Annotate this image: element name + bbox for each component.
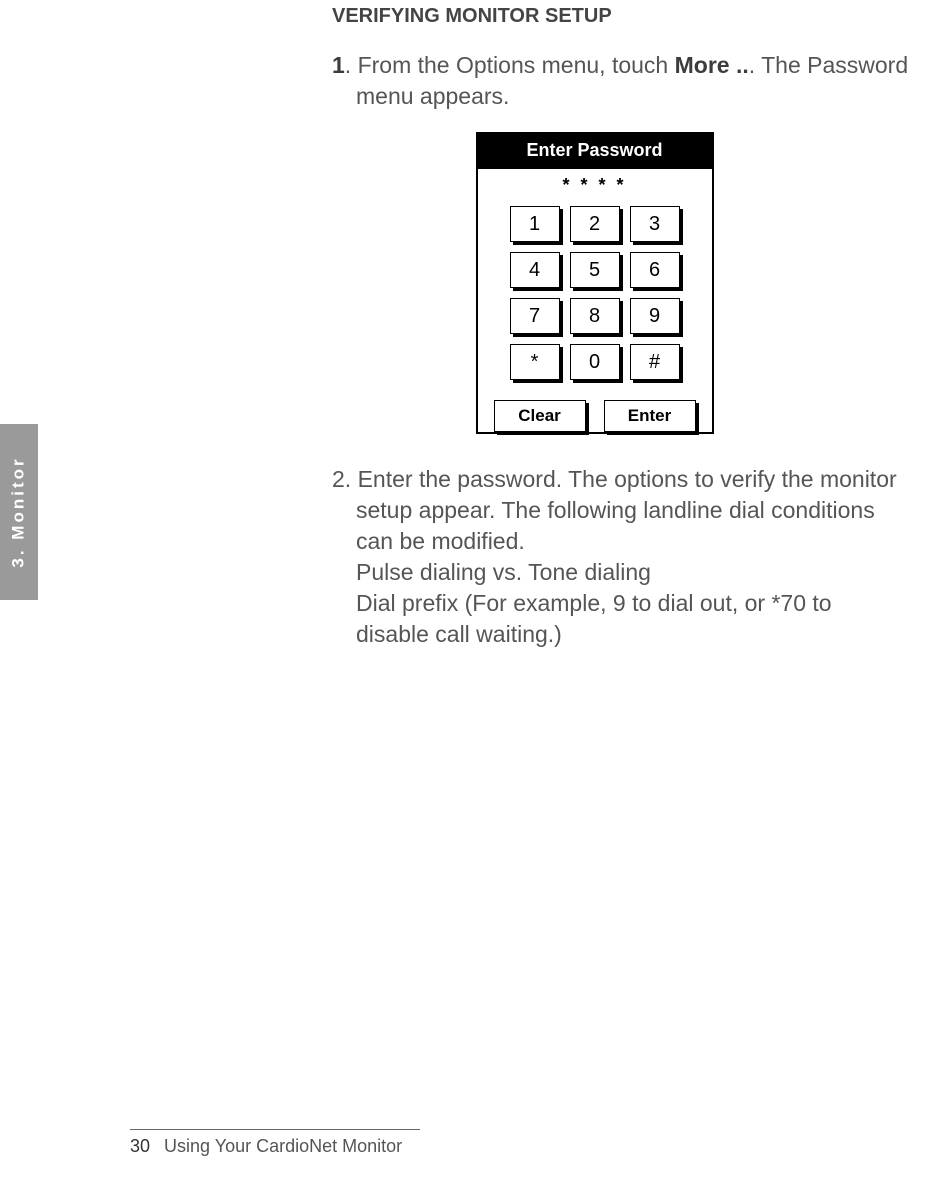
keypad-key-5[interactable]: 5: [570, 252, 620, 288]
keypad-figure: Enter Password * * * * 1 2 3 4 5 6 7 8 9…: [242, 132, 947, 434]
step-2-sub2b: disable call waiting.): [332, 619, 947, 650]
keypad-key-9-label: 9: [630, 298, 680, 334]
step-1-number: 1: [332, 52, 345, 78]
keypad-title: Enter Password: [478, 134, 712, 169]
footer-title: Using Your CardioNet Monitor: [164, 1136, 402, 1156]
keypad-enter-label: Enter: [604, 400, 696, 432]
keypad-display: * * * *: [478, 169, 712, 206]
chapter-side-tab: 3. Monitor: [0, 424, 38, 600]
step-2: 2. Enter the password. The options to ve…: [332, 464, 947, 650]
keypad-key-hash[interactable]: #: [630, 344, 680, 380]
keypad-key-hash-label: #: [630, 344, 680, 380]
keypad-key-0[interactable]: 0: [570, 344, 620, 380]
step-1-text-a: . From the Options menu, touch: [345, 52, 675, 78]
keypad-key-1[interactable]: 1: [510, 206, 560, 242]
keypad-key-3-label: 3: [630, 206, 680, 242]
keypad-key-star-label: *: [510, 344, 560, 380]
keypad-key-4-label: 4: [510, 252, 560, 288]
step-2-number: 2.: [332, 466, 351, 492]
keypad-key-5-label: 5: [570, 252, 620, 288]
page-number: 30: [130, 1136, 150, 1156]
step-2-sub2a: Dial prefix (For example, 9 to dial out,…: [332, 588, 947, 619]
keypad-key-star[interactable]: *: [510, 344, 560, 380]
keypad-key-4[interactable]: 4: [510, 252, 560, 288]
keypad-key-9[interactable]: 9: [630, 298, 680, 334]
keypad-key-8-label: 8: [570, 298, 620, 334]
step-1-line2: menu appears.: [332, 81, 947, 112]
keypad-key-7[interactable]: 7: [510, 298, 560, 334]
keypad-key-0-label: 0: [570, 344, 620, 380]
step-1: 1. From the Options menu, touch More ...…: [332, 50, 947, 112]
keypad-key-7-label: 7: [510, 298, 560, 334]
step-2-sub1: Pulse dialing vs. Tone dialing: [332, 557, 947, 588]
step-2-line1: Enter the password. The options to verif…: [351, 466, 896, 492]
keypad-key-3[interactable]: 3: [630, 206, 680, 242]
footer-rule: [130, 1129, 420, 1130]
keypad-clear-button[interactable]: Clear: [494, 400, 586, 432]
main-content: VERIFYING MONITOR SETUP 1. From the Opti…: [332, 5, 947, 670]
keypad-clear-label: Clear: [494, 400, 586, 432]
chapter-side-tab-label: 3. Monitor: [9, 456, 29, 567]
step-2-line2: setup appear. The following landline dia…: [332, 495, 947, 526]
keypad-key-1-label: 1: [510, 206, 560, 242]
section-heading: VERIFYING MONITOR SETUP: [332, 5, 947, 28]
keypad-key-2-label: 2: [570, 206, 620, 242]
keypad-enter-button[interactable]: Enter: [604, 400, 696, 432]
keypad-key-6-label: 6: [630, 252, 680, 288]
step-2-line3: can be modified.: [332, 526, 947, 557]
keypad-grid: 1 2 3 4 5 6 7 8 9 * 0 #: [478, 206, 712, 390]
keypad-key-6[interactable]: 6: [630, 252, 680, 288]
keypad-key-8[interactable]: 8: [570, 298, 620, 334]
keypad-actions: Clear Enter: [478, 390, 712, 444]
step-1-text-b: . The Password: [749, 52, 908, 78]
page-footer: 30 Using Your CardioNet Monitor: [130, 1129, 730, 1157]
keypad-key-2[interactable]: 2: [570, 206, 620, 242]
step-1-bold: More ..: [675, 52, 749, 78]
password-keypad: Enter Password * * * * 1 2 3 4 5 6 7 8 9…: [476, 132, 714, 434]
